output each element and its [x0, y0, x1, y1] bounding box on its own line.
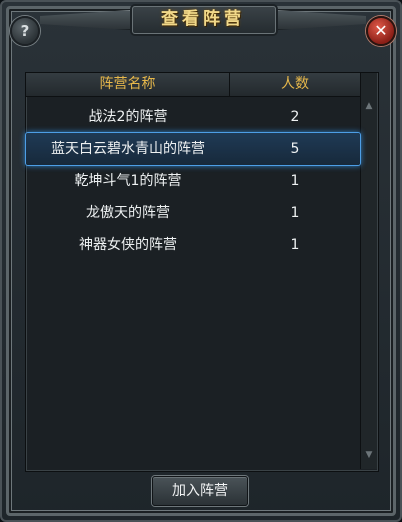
camp-row[interactable]: 战法2的阵营 2 [26, 101, 360, 133]
camp-member-count: 5 [290, 141, 300, 157]
camp-name: 神器女侠的阵营 [79, 237, 177, 253]
table-header: 阵营名称 人数 [26, 73, 360, 97]
camp-rows: 战法2的阵营 2 蓝天白云碧水青山的阵营 5 乾坤斗气1的阵营 1 龙傲天的阵营… [26, 101, 360, 261]
list-scrollbar[interactable]: ▲ ▼ [360, 73, 377, 469]
column-header-camp-name[interactable]: 阵营名称 [26, 73, 230, 96]
camp-row[interactable]: 乾坤斗气1的阵营 1 [26, 165, 360, 197]
title-ornament-left [40, 10, 130, 30]
camp-name: 战法2的阵营 [88, 109, 168, 125]
camp-member-count: 1 [290, 205, 300, 221]
camp-row[interactable]: 神器女侠的阵营 1 [26, 229, 360, 261]
camp-name: 乾坤斗气1的阵营 [74, 173, 182, 189]
help-button[interactable]: ? [10, 16, 40, 46]
title-bar: 查看阵营 ? ✕ [2, 2, 402, 46]
camp-name: 蓝天白云碧水青山的阵营 [51, 141, 205, 157]
join-camp-button[interactable]: 加入阵营 [152, 476, 248, 506]
scroll-up-icon[interactable]: ▲ [363, 100, 375, 112]
camp-window: 查看阵营 ? ✕ 阵营名称 人数 ▲ ▼ 战法2的阵营 2 蓝天白云碧水青山的阵… [0, 0, 402, 522]
scroll-down-icon[interactable]: ▼ [363, 449, 375, 461]
column-header-member-count[interactable]: 人数 [230, 73, 360, 96]
title-ornament-right [276, 10, 366, 30]
camp-member-count: 1 [290, 173, 300, 189]
close-button[interactable]: ✕ [366, 16, 396, 46]
help-icon: ? [20, 22, 30, 40]
close-icon: ✕ [374, 21, 388, 40]
camp-row[interactable]: 龙傲天的阵营 1 [26, 197, 360, 229]
window-title: 查看阵营 [161, 9, 245, 29]
camp-member-count: 1 [290, 237, 300, 253]
camp-row-selected[interactable]: 蓝天白云碧水青山的阵营 5 [26, 133, 360, 165]
camp-member-count: 2 [290, 109, 300, 125]
camp-name: 龙傲天的阵营 [86, 205, 170, 221]
